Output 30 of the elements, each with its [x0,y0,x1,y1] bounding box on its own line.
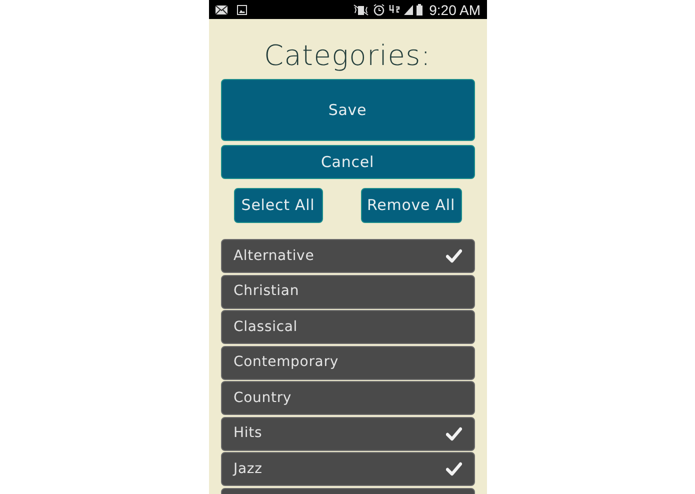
category-row[interactable]: Country [220,381,474,415]
category-label: Country [234,388,292,408]
category-row[interactable]: Hits [220,416,474,450]
network-4g-icon [389,4,402,16]
category-row[interactable]: Classical [220,310,474,344]
category-row[interactable]: Contemporary [220,346,474,380]
category-row[interactable]: Jazz [220,452,474,486]
image-icon [236,4,246,14]
category-label: Hits [234,424,262,443]
category-label: Classical [234,318,298,336]
category-label: Jazz [234,460,262,478]
category-row[interactable]: Alternative [220,239,474,273]
signal-icon [403,4,414,15]
category-row[interactable]: Christian [220,274,474,308]
category-label: Christian [234,282,300,301]
category-label: Contemporary [234,353,338,372]
cancel-button[interactable]: Cancel [220,145,474,179]
page-title: Categories: [262,39,432,73]
remove-all-button[interactable]: Remove All [360,188,462,223]
battery-icon [416,4,424,16]
checkmark-icon [446,249,462,263]
select-all-button[interactable]: Select All [234,188,322,223]
vibrate-mute-icon [353,4,370,16]
mail-icon [214,4,228,14]
checkmark-icon [446,426,462,440]
clock-time: 9:20 AM [429,2,480,16]
alarm-clock-icon [373,4,386,16]
checkmark-icon [446,462,462,476]
category-label: Alternative [234,246,314,266]
save-button[interactable]: Save [220,79,474,141]
